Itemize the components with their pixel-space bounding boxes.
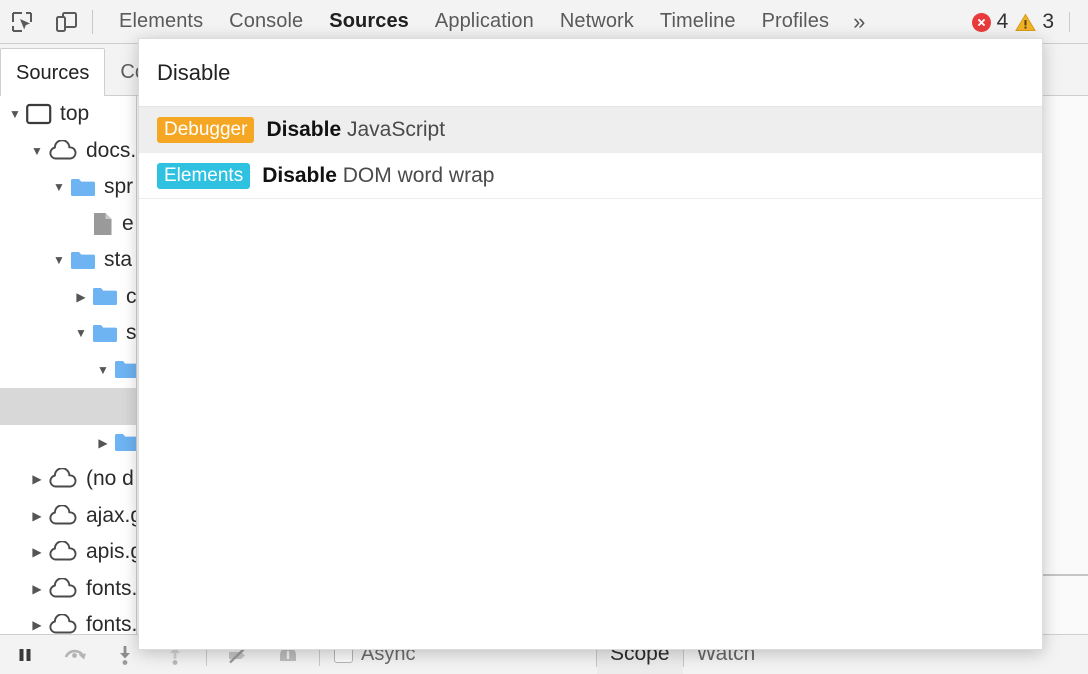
- cloud-icon: [48, 541, 78, 563]
- tree-row-label: spr: [104, 175, 133, 199]
- sources-navigator-tree[interactable]: ▼top▼docs.▼spre▼sta▶c▼s▼▶▶(no d▶ajax.g▶a…: [0, 96, 137, 634]
- command-item-match: Disable: [266, 118, 341, 141]
- pause-resume-button[interactable]: [0, 636, 50, 674]
- error-icon: [972, 13, 991, 32]
- tree-row-label: apis.g: [86, 540, 136, 564]
- tree-row-label: c: [126, 285, 136, 309]
- tree-row-label: top: [60, 102, 89, 126]
- tree-row[interactable]: ▼ spr: [0, 169, 136, 206]
- command-item-match: Disable: [262, 164, 337, 187]
- tree-row[interactable]: ▶: [0, 425, 136, 462]
- expand-arrow-right-icon[interactable]: ▶: [26, 618, 48, 632]
- warning-icon: [1015, 13, 1036, 32]
- tree-row[interactable]: e: [0, 206, 136, 243]
- cloud-icon: [48, 578, 78, 600]
- expand-arrow-down-icon[interactable]: ▼: [48, 180, 70, 194]
- tab-application[interactable]: Application: [422, 0, 547, 44]
- subtab-sources[interactable]: Sources: [0, 48, 105, 97]
- tab-sources[interactable]: Sources: [316, 0, 422, 44]
- tree-row-label: s: [126, 321, 136, 345]
- warning-count: 3: [1042, 10, 1054, 34]
- expand-arrow-right-icon[interactable]: ▶: [26, 582, 48, 596]
- panel-tab-list: Elements Console Sources Application Net…: [106, 0, 876, 44]
- step-over-button[interactable]: [50, 636, 100, 674]
- tree-row[interactable]: ▼ docs.: [0, 133, 136, 170]
- tab-elements[interactable]: Elements: [106, 0, 216, 44]
- tree-row[interactable]: ▼ top: [0, 96, 136, 133]
- expand-arrow-right-icon[interactable]: ▶: [26, 472, 48, 486]
- folder-icon: [70, 250, 96, 271]
- expand-arrow-right-icon[interactable]: ▶: [26, 509, 48, 523]
- tree-row-label: (no d: [86, 467, 134, 491]
- tree-row[interactable]: ▼: [0, 352, 136, 389]
- file-icon: [92, 211, 114, 237]
- tree-row-label: fonts.: [86, 613, 136, 634]
- inspect-element-icon[interactable]: [0, 1, 44, 43]
- command-item-label: Disable JavaScript: [266, 118, 445, 142]
- tab-timeline[interactable]: Timeline: [647, 0, 749, 44]
- tab-profiles[interactable]: Profiles: [749, 0, 843, 44]
- command-menu-input[interactable]: [157, 60, 1024, 86]
- expand-arrow-down-icon[interactable]: ▼: [48, 253, 70, 267]
- error-counter[interactable]: 4: [972, 10, 1009, 34]
- command-menu-dialog: Debugger Disable JavaScript Elements Disabl…: [138, 38, 1043, 650]
- right-sidebar-divider: [1043, 574, 1088, 576]
- cloud-icon: [48, 140, 78, 162]
- expand-arrow-down-icon[interactable]: ▼: [4, 107, 26, 121]
- tree-row[interactable]: ▶ fonts.: [0, 571, 136, 608]
- expand-arrow-down-icon[interactable]: ▼: [26, 144, 48, 158]
- tree-row[interactable]: [0, 388, 136, 425]
- tree-row[interactable]: ▼ sta: [0, 242, 136, 279]
- command-menu-item[interactable]: Debugger Disable JavaScript: [139, 107, 1042, 153]
- warning-counter[interactable]: 3: [1015, 10, 1054, 34]
- folder-icon: [114, 432, 137, 453]
- counters-divider: [1069, 12, 1070, 32]
- command-menu-item[interactable]: Elements Disable DOM word wrap: [139, 153, 1042, 199]
- cloud-icon: [48, 505, 78, 527]
- expand-arrow-down-icon[interactable]: ▼: [70, 326, 92, 340]
- cloud-icon: [48, 614, 78, 634]
- device-toolbar-icon[interactable]: [44, 1, 88, 43]
- tree-row[interactable]: ▶ (no d: [0, 461, 136, 498]
- window-icon: [26, 103, 52, 125]
- tree-row-label: fonts.: [86, 577, 136, 601]
- toolbar-divider: [92, 10, 93, 34]
- expand-arrow-down-icon[interactable]: ▼: [92, 363, 114, 377]
- tree-row[interactable]: ▶ ajax.g: [0, 498, 136, 535]
- error-count: 4: [997, 10, 1009, 34]
- tree-row[interactable]: ▶c: [0, 279, 136, 316]
- command-category-badge: Debugger: [157, 117, 254, 143]
- devtools-window: Elements Console Sources Application Net…: [0, 0, 1088, 674]
- more-tabs-icon[interactable]: »: [842, 0, 876, 44]
- tab-network[interactable]: Network: [547, 0, 647, 44]
- tree-row[interactable]: ▶ fonts.: [0, 607, 136, 634]
- expand-arrow-right-icon[interactable]: ▶: [70, 290, 92, 304]
- tree-row-label: ajax.g: [86, 504, 136, 528]
- tree-row-label: e: [122, 212, 134, 236]
- folder-icon: [114, 359, 137, 380]
- cloud-icon: [48, 468, 78, 490]
- command-item-label: Disable DOM word wrap: [262, 164, 494, 188]
- tree-row[interactable]: ▼s: [0, 315, 136, 352]
- command-menu-results: Debugger Disable JavaScript Elements Disabl…: [139, 107, 1042, 199]
- tree-row[interactable]: ▶ apis.g: [0, 534, 136, 571]
- tree-row-label: docs.: [86, 139, 136, 163]
- folder-icon: [70, 177, 96, 198]
- command-item-rest: DOM word wrap: [337, 164, 495, 187]
- expand-arrow-right-icon[interactable]: ▶: [92, 436, 114, 450]
- command-category-badge: Elements: [157, 163, 250, 189]
- command-menu-input-row: [139, 39, 1042, 107]
- command-item-rest: JavaScript: [341, 118, 445, 141]
- tab-console[interactable]: Console: [216, 0, 316, 44]
- tree-row-label: sta: [104, 248, 132, 272]
- right-sidebar-background: [1043, 96, 1088, 634]
- folder-icon: [92, 323, 118, 344]
- folder-icon: [92, 286, 118, 307]
- expand-arrow-right-icon[interactable]: ▶: [26, 545, 48, 559]
